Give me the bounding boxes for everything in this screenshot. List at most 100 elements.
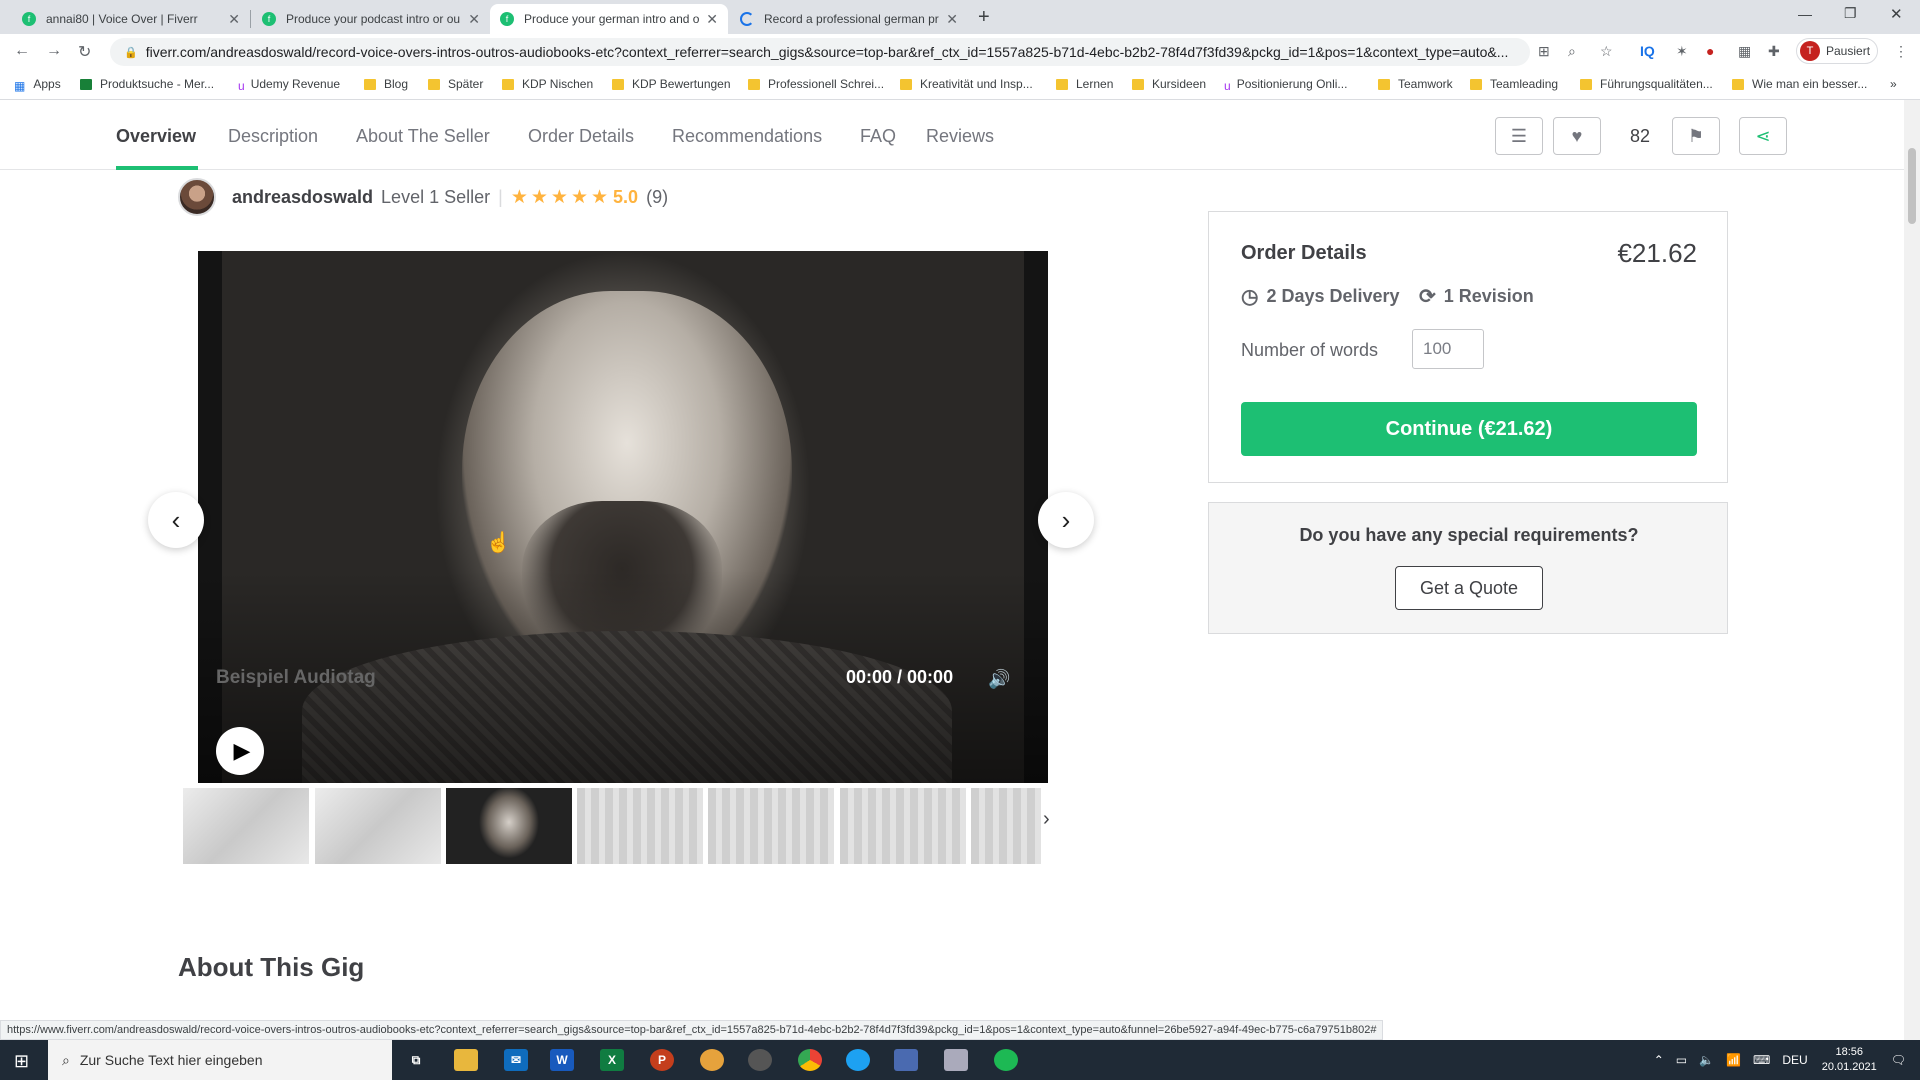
apps-extension-icon[interactable]: ▦ <box>1738 43 1751 60</box>
menu-dots-icon[interactable]: ⋮ <box>1894 43 1908 60</box>
back-icon[interactable]: ← <box>14 42 30 60</box>
close-tab-icon[interactable]: ✕ <box>946 11 958 28</box>
bookmark-item[interactable]: Blog <box>364 77 408 91</box>
mail-icon[interactable]: ✉ <box>504 1049 528 1071</box>
language-indicator[interactable]: DEU <box>1782 1053 1807 1067</box>
forward-icon[interactable]: → <box>46 42 62 60</box>
report-button[interactable]: ⚑ <box>1672 117 1720 155</box>
browser-tab[interactable]: f annai80 | Voice Over | Fiverr ✕ <box>12 4 250 34</box>
gallery-thumbnail[interactable] <box>577 788 703 864</box>
spotify-icon[interactable] <box>994 1049 1018 1071</box>
excel-icon[interactable]: X <box>600 1049 624 1071</box>
bookmark-item[interactable]: Professionell Schrei... <box>748 77 884 91</box>
calculator-icon[interactable] <box>944 1049 968 1071</box>
gallery-thumbnail[interactable] <box>315 788 441 864</box>
iq-extension-icon[interactable]: IQ <box>1640 43 1655 59</box>
app-icon[interactable] <box>894 1049 918 1071</box>
bookmark-apps[interactable]: ▦ Apps <box>14 77 61 93</box>
extension-icon[interactable]: ✶ <box>1676 43 1688 60</box>
close-window-icon[interactable]: ✕ <box>1890 5 1903 23</box>
bookmark-item[interactable]: Teamleading <box>1470 77 1558 91</box>
more-bookmarks-icon[interactable]: » <box>1890 77 1897 91</box>
reload-icon[interactable]: ↻ <box>78 42 91 62</box>
network-icon[interactable]: 📶 <box>1726 1053 1741 1067</box>
gig-media-player[interactable]: Beispiel Audiotag 00:00 / 00:00 🔊 ▶ <box>198 251 1048 783</box>
close-tab-icon[interactable]: ✕ <box>468 11 480 28</box>
chrome-icon[interactable] <box>798 1049 822 1071</box>
word-count-input[interactable] <box>1412 329 1484 369</box>
get-quote-button[interactable]: Get a Quote <box>1395 566 1543 610</box>
bookmark-item[interactable]: Kursideen <box>1132 77 1206 91</box>
volume-icon[interactable]: 🔊 <box>988 669 1010 690</box>
new-tab-icon[interactable]: + <box>978 6 990 29</box>
restore-icon[interactable]: ❐ <box>1844 5 1857 22</box>
obs-icon[interactable] <box>748 1049 772 1071</box>
bookmark-item[interactable]: Führungsqualitäten... <box>1580 77 1713 91</box>
tab-about-seller[interactable]: About The Seller <box>356 126 490 147</box>
address-bar[interactable]: 🔒 fiverr.com/andreasdoswald/record-voice… <box>110 38 1530 66</box>
app-icon[interactable] <box>700 1049 724 1071</box>
favorite-button[interactable]: ♥ <box>1553 117 1601 155</box>
seller-level: Level 1 Seller <box>381 186 491 207</box>
bookmark-item[interactable]: u Udemy Revenue <box>238 77 340 93</box>
browser-tab-active[interactable]: f Produce your german intro and o ✕ <box>490 4 728 34</box>
close-tab-icon[interactable]: ✕ <box>228 11 240 28</box>
tab-faq[interactable]: FAQ <box>860 126 896 147</box>
tab-overview[interactable]: Overview <box>116 126 196 147</box>
taskbar-search[interactable]: ⌕ Zur Suche Text hier eingeben <box>48 1040 392 1080</box>
gallery-thumbnail[interactable] <box>708 788 834 864</box>
scrollbar-thumb[interactable] <box>1908 148 1916 224</box>
share-button[interactable]: ⋖ <box>1739 117 1787 155</box>
play-button[interactable]: ▶ <box>216 727 264 775</box>
extension-icon[interactable]: ● <box>1706 43 1714 59</box>
clock[interactable]: 18:56 20.01.2021 <box>1822 1045 1877 1075</box>
tab-order-details[interactable]: Order Details <box>528 126 634 147</box>
tab-description[interactable]: Description <box>228 126 318 147</box>
browser-tab[interactable]: f Produce your podcast intro or ou ✕ <box>252 4 490 34</box>
seller-avatar[interactable] <box>178 178 216 216</box>
volume-icon[interactable]: 🔈 <box>1699 1053 1714 1067</box>
windows-start-icon[interactable]: ⊞ <box>14 1051 29 1072</box>
translate-icon[interactable]: ⊞ <box>1538 43 1550 60</box>
task-view-icon[interactable]: ⧉ <box>404 1049 428 1071</box>
bookmark-item[interactable]: Später <box>428 77 483 91</box>
bookmark-item[interactable]: u Positionierung Onli... <box>1224 77 1347 93</box>
zoom-icon[interactable]: ⌕ <box>1568 43 1576 60</box>
bookmark-item[interactable]: Produktsuche - Mer... <box>80 77 214 91</box>
bookmark-star-icon[interactable]: ☆ <box>1600 43 1613 60</box>
bookmark-item[interactable]: KDP Bewertungen <box>612 77 731 91</box>
bookmark-item[interactable]: KDP Nischen <box>502 77 593 91</box>
minimize-icon[interactable]: — <box>1798 6 1812 22</box>
battery-icon[interactable]: ▭ <box>1676 1053 1687 1067</box>
gallery-thumbnail[interactable] <box>840 788 966 864</box>
browser-tab[interactable]: Record a professional german pr ✕ <box>730 4 968 34</box>
bookmark-item[interactable]: Kreativität und Insp... <box>900 77 1033 91</box>
star-icon: ★ <box>550 186 568 208</box>
gallery-prev-button[interactable]: ‹ <box>148 492 204 548</box>
profile-button[interactable]: T Pausiert <box>1796 38 1878 64</box>
gallery-next-button[interactable]: › <box>1038 492 1094 548</box>
seller-name[interactable]: andreasdoswald <box>232 187 373 208</box>
puzzle-icon[interactable]: ✚ <box>1768 43 1780 60</box>
file-explorer-icon[interactable] <box>454 1049 478 1071</box>
powerpoint-icon[interactable]: P <box>650 1049 674 1071</box>
tab-reviews[interactable]: Reviews <box>926 126 994 147</box>
thumbnails-next-icon[interactable]: › <box>1043 808 1050 831</box>
continue-button[interactable]: Continue (€21.62) <box>1241 402 1697 456</box>
tray-chevron-icon[interactable]: ⌃ <box>1654 1053 1664 1067</box>
gallery-thumbnail[interactable] <box>183 788 309 864</box>
edge-icon[interactable] <box>846 1049 870 1071</box>
scrollbar[interactable] <box>1904 100 1920 1040</box>
tab-recommendations[interactable]: Recommendations <box>672 126 822 147</box>
bookmark-item[interactable]: Lernen <box>1056 77 1113 91</box>
bookmark-item[interactable]: Wie man ein besser... <box>1732 77 1867 91</box>
notifications-icon[interactable]: 🗨 <box>1891 1053 1906 1067</box>
review-count[interactable]: (9) <box>646 187 668 208</box>
word-icon[interactable]: W <box>550 1049 574 1071</box>
bookmark-item[interactable]: Teamwork <box>1378 77 1453 91</box>
gallery-thumbnail-selected[interactable] <box>446 788 572 864</box>
keyboard-icon[interactable]: ⌨ <box>1753 1053 1770 1067</box>
menu-button[interactable]: ☰ <box>1495 117 1543 155</box>
close-tab-icon[interactable]: ✕ <box>706 11 718 28</box>
gallery-thumbnail[interactable] <box>971 788 1041 864</box>
